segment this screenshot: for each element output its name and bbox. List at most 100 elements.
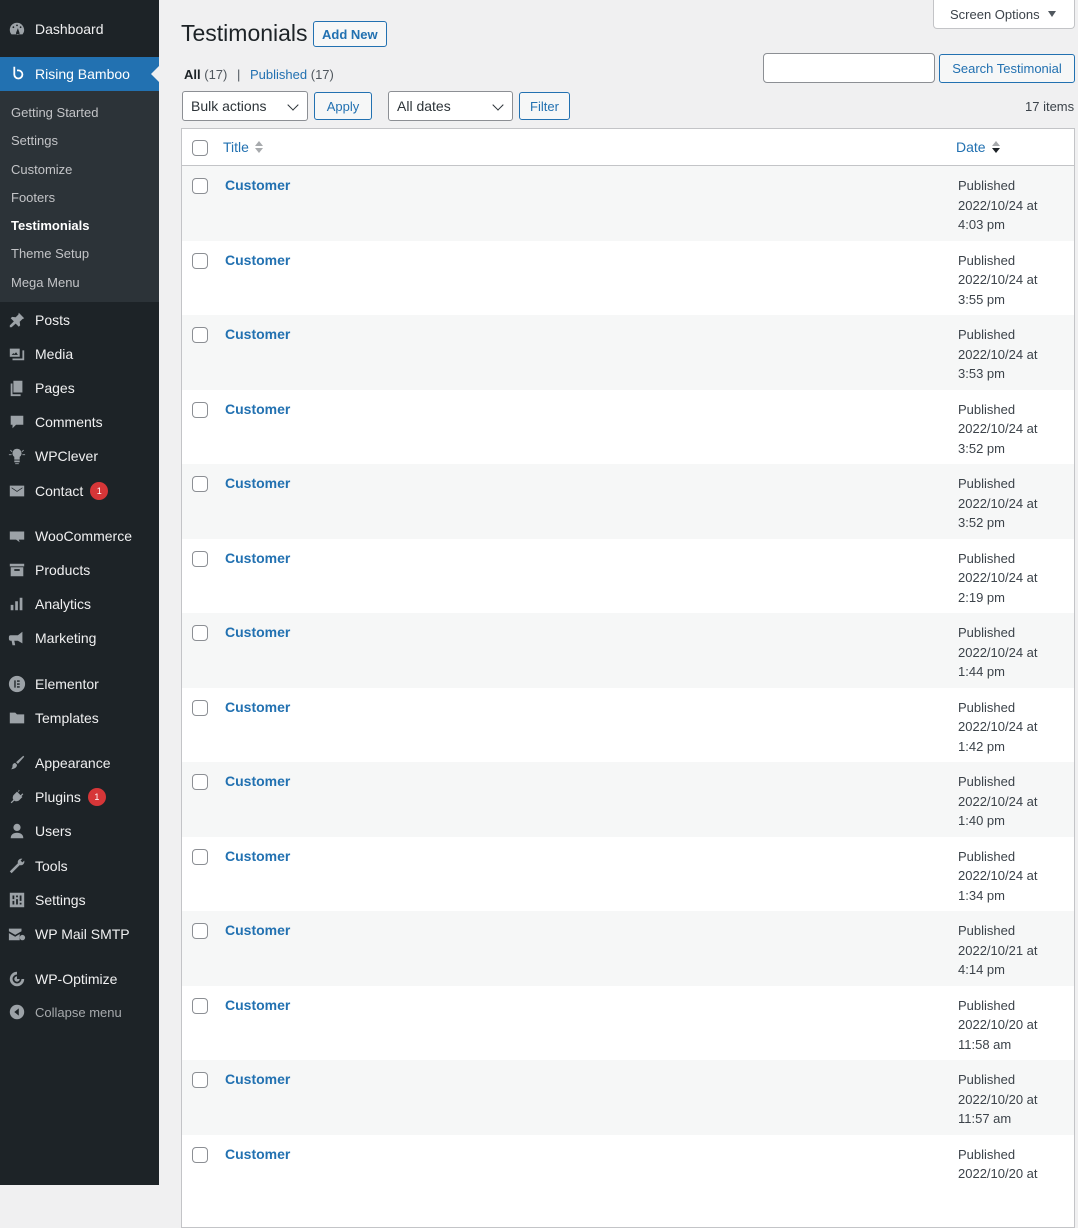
row-checkbox[interactable] xyxy=(192,774,208,790)
sidebar-item-label: Dashboard xyxy=(35,21,104,37)
date-filter-value: All dates xyxy=(397,98,451,114)
sidebar-item-woocommerce[interactable]: WooCommerce xyxy=(0,519,159,553)
sidebar-item-wp-optimize[interactable]: WP-Optimize xyxy=(0,962,159,996)
row-time-value: 3:52 pm xyxy=(958,440,1005,456)
row-status: Published xyxy=(958,923,1016,938)
row-time-value: 1:44 pm xyxy=(958,664,1005,679)
row-date: Published 2022/10/24 at 1:34 pm xyxy=(958,847,1068,906)
row-checkbox[interactable] xyxy=(192,923,208,939)
submenu-getting-started[interactable]: Getting Started xyxy=(0,99,159,127)
row-checkbox[interactable] xyxy=(192,1072,208,1088)
comments-icon xyxy=(7,412,27,432)
row-title-link[interactable]: Customer xyxy=(225,848,290,864)
sidebar-item-dashboard[interactable]: Dashboard xyxy=(0,12,159,46)
sidebar-item-elementor[interactable]: Elementor xyxy=(0,667,159,701)
row-checkbox[interactable] xyxy=(192,178,208,194)
table-row: Customer Published 2022/10/24 at 1:34 pm xyxy=(182,837,1074,912)
submenu-testimonials[interactable]: Testimonials xyxy=(0,212,159,240)
row-checkbox[interactable] xyxy=(192,997,208,1014)
sidebar-item-marketing[interactable]: Marketing xyxy=(0,621,159,655)
bulk-actions-select[interactable]: Bulk actions xyxy=(182,91,308,121)
sidebar-item-tools[interactable]: Tools xyxy=(0,849,159,883)
row-checkbox[interactable] xyxy=(192,401,208,418)
row-checkbox[interactable] xyxy=(192,327,208,343)
row-title-link[interactable]: Customer xyxy=(225,252,290,268)
row-checkbox[interactable] xyxy=(192,848,208,865)
row-status: Published xyxy=(958,997,1016,1013)
row-title-link[interactable]: Customer xyxy=(225,1146,290,1162)
row-title-link[interactable]: Customer xyxy=(225,1071,290,1087)
row-title-link[interactable]: Customer xyxy=(225,475,290,491)
sidebar-item-wp-mail-smtp[interactable]: WP Mail SMTP xyxy=(0,917,159,951)
bamboo-icon xyxy=(7,64,27,84)
sidebar-item-appearance[interactable]: Appearance xyxy=(0,746,159,780)
filter-button[interactable]: Filter xyxy=(519,92,570,120)
submenu-customize[interactable]: Customize xyxy=(0,156,159,184)
column-title-header[interactable]: Title xyxy=(223,139,263,155)
table-row: Customer Published 2022/10/20 at 11:58 am xyxy=(182,986,1074,1061)
search-input[interactable] xyxy=(763,53,935,83)
apply-button[interactable]: Apply xyxy=(314,92,372,120)
row-title-link[interactable]: Customer xyxy=(225,401,290,417)
row-title-link[interactable]: Customer xyxy=(225,773,290,789)
sidebar-item-media[interactable]: Media xyxy=(0,337,159,371)
row-title-link[interactable]: Customer xyxy=(225,177,290,193)
sidebar-item-wpclever[interactable]: WPClever xyxy=(0,439,159,473)
row-checkbox[interactable] xyxy=(192,699,208,716)
row-title-link[interactable]: Customer xyxy=(225,624,290,640)
sidebar-item-label: Pages xyxy=(35,380,75,396)
row-checkbox[interactable] xyxy=(192,252,208,269)
row-title-link[interactable]: Customer xyxy=(225,699,290,715)
sidebar-item-label: Settings xyxy=(35,892,86,908)
row-date: Published 2022/10/24 at 3:52 pm xyxy=(958,474,1068,533)
row-status: Published xyxy=(958,178,1016,193)
row-checkbox[interactable] xyxy=(192,476,208,492)
sidebar-item-products[interactable]: Products xyxy=(0,553,159,587)
row-title-link[interactable]: Customer xyxy=(225,326,290,342)
row-checkbox[interactable] xyxy=(192,550,208,567)
row-status: Published xyxy=(958,774,1016,789)
row-status: Published xyxy=(958,1072,1016,1087)
sidebar-item-pages[interactable]: Pages xyxy=(0,371,159,405)
row-status: Published xyxy=(958,476,1016,491)
sidebar-item-plugins[interactable]: Plugins 1 xyxy=(0,780,159,814)
row-title-link[interactable]: Customer xyxy=(225,997,290,1013)
submenu-theme-setup[interactable]: Theme Setup xyxy=(0,240,159,268)
sidebar-item-users[interactable]: Users xyxy=(0,814,159,848)
brush-icon xyxy=(7,753,27,773)
row-status: Published xyxy=(958,401,1016,417)
view-published-link[interactable]: Published xyxy=(250,67,307,82)
row-date-value: 2022/10/24 at xyxy=(958,719,1038,734)
submenu-footers[interactable]: Footers xyxy=(0,184,159,212)
folder-icon xyxy=(7,708,27,728)
table-row: Customer Published 2022/10/24 at 1:44 pm xyxy=(182,613,1074,688)
sidebar-item-templates[interactable]: Templates xyxy=(0,701,159,735)
row-status: Published xyxy=(958,699,1016,715)
submenu-settings[interactable]: Settings xyxy=(0,127,159,155)
sidebar-item-settings[interactable]: Settings xyxy=(0,883,159,917)
sidebar-item-comments[interactable]: Comments xyxy=(0,405,159,439)
collapse-menu-button[interactable]: Collapse menu xyxy=(0,995,159,1029)
sidebar-item-analytics[interactable]: Analytics xyxy=(0,587,159,621)
row-date: Published 2022/10/24 at 3:52 pm xyxy=(958,400,1068,459)
row-date-value: 2022/10/20 at xyxy=(958,1166,1038,1181)
row-checkbox[interactable] xyxy=(192,1146,208,1163)
column-date-header[interactable]: Date xyxy=(956,139,1000,155)
screen-options-button[interactable]: Screen Options xyxy=(933,0,1075,29)
row-title-link[interactable]: Customer xyxy=(225,922,290,938)
select-all-checkbox[interactable] xyxy=(192,140,208,156)
row-status: Published xyxy=(958,1146,1016,1162)
sidebar-item-rising-bamboo[interactable]: Rising Bamboo xyxy=(0,57,159,91)
row-time-value: 4:14 pm xyxy=(958,962,1005,977)
view-all-link[interactable]: All xyxy=(184,67,201,82)
submenu-mega-menu[interactable]: Mega Menu xyxy=(0,269,159,297)
collapse-icon xyxy=(7,1002,27,1022)
sidebar-item-contact[interactable]: Contact 1 xyxy=(0,474,159,508)
row-checkbox[interactable] xyxy=(192,625,208,641)
add-new-button[interactable]: Add New xyxy=(313,21,387,47)
table-row: Customer Published 2022/10/21 at 4:14 pm xyxy=(182,911,1074,986)
row-title-link[interactable]: Customer xyxy=(225,550,290,566)
date-filter-select[interactable]: All dates xyxy=(388,91,513,121)
sidebar-item-posts[interactable]: Posts xyxy=(0,303,159,337)
search-testimonial-button[interactable]: Search Testimonial xyxy=(939,54,1075,83)
